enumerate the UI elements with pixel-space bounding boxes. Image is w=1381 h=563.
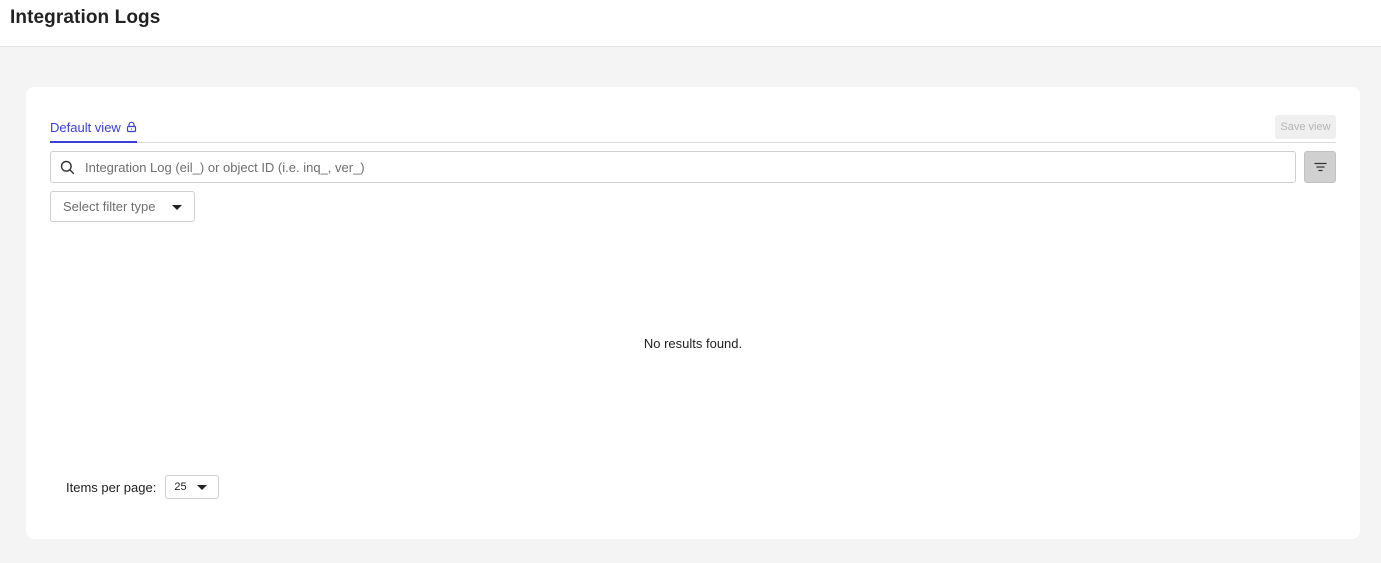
top-bar: Integration Logs (0, 0, 1381, 47)
pagination: Items per page: 25 (66, 475, 220, 499)
caret-down-icon (172, 205, 182, 210)
tab-default-view-label: Default view (50, 119, 121, 135)
filter-button[interactable] (1304, 151, 1336, 183)
items-per-page-select[interactable]: 25 (165, 475, 220, 499)
logs-card: Default view Save view Integration Log (… (26, 87, 1360, 539)
tab-default-view[interactable]: Default view (50, 115, 137, 143)
empty-results-message: No results found. (643, 336, 743, 351)
search-icon (60, 160, 75, 175)
filter-type-placeholder: Select filter type (63, 199, 156, 214)
save-view-button[interactable]: Save view (1275, 115, 1336, 139)
search-box[interactable] (50, 151, 1296, 183)
caret-down-icon (197, 485, 208, 490)
items-per-page-value: 25 (174, 481, 187, 493)
filter-icon (1313, 162, 1327, 172)
lock-icon (126, 121, 137, 133)
page-title: Integration Logs (10, 7, 161, 28)
views-row: Default view Save view (50, 115, 1336, 143)
items-per-page-label: Items per page: (66, 479, 157, 495)
filter-type-select[interactable]: Select filter type (50, 191, 195, 222)
search-input[interactable] (83, 152, 1283, 182)
